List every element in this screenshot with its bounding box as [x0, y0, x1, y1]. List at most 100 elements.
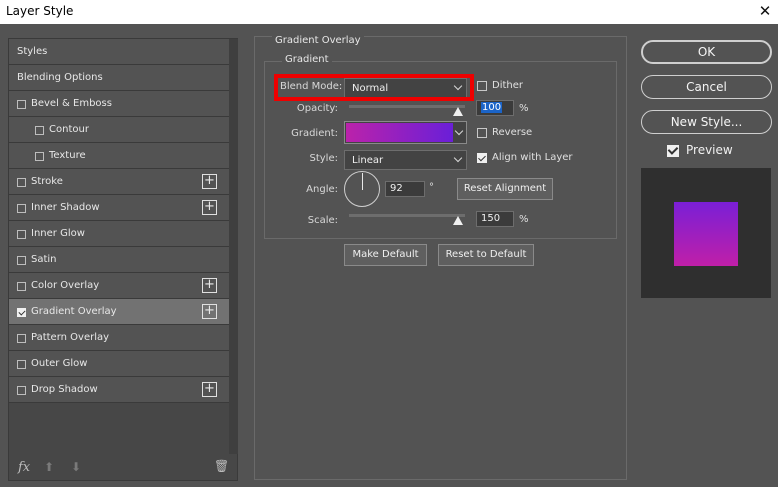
- styles-panel: Styles Blending Options Bevel & Emboss Cont…: [8, 38, 238, 481]
- new-style-button[interactable]: New Style...: [641, 110, 772, 134]
- opacity-slider-handle[interactable]: [453, 107, 463, 116]
- dither-label: Dither: [492, 80, 524, 91]
- dither-checkbox[interactable]: [477, 81, 487, 91]
- sidebar-item-label: Outer Glow: [31, 358, 88, 369]
- sidebar-item-contour[interactable]: Contour: [9, 117, 229, 143]
- sidebar-item-stroke[interactable]: Stroke +: [9, 169, 229, 195]
- window-title: Layer Style: [6, 4, 74, 18]
- sidebar-item-label: Drop Shadow: [31, 384, 98, 395]
- opacity-unit: %: [519, 103, 529, 114]
- sidebar-item-label: Color Overlay: [31, 280, 100, 291]
- sidebar-item-label: Bevel & Emboss: [31, 98, 112, 109]
- sidebar-item-checkbox[interactable]: [35, 126, 44, 135]
- scale-slider-handle[interactable]: [453, 216, 463, 225]
- gradient-overlay-title: Gradient Overlay: [272, 35, 364, 46]
- sidebar-item-inner-shadow[interactable]: Inner Shadow +: [9, 195, 229, 221]
- opacity-slider-track[interactable]: [349, 105, 465, 108]
- add-effect-icon[interactable]: +: [202, 382, 217, 397]
- make-default-button[interactable]: Make Default: [344, 244, 427, 266]
- sidebar-item-checkbox[interactable]: [17, 230, 26, 239]
- angle-dial[interactable]: [344, 171, 380, 207]
- align-with-layer-label: Align with Layer: [492, 152, 573, 163]
- sidebar-item-checkbox[interactable]: [35, 152, 44, 161]
- sidebar-item-satin[interactable]: Satin: [9, 247, 229, 273]
- sidebar-item-checkbox[interactable]: [17, 100, 26, 109]
- trash-icon[interactable]: 🗑: [214, 459, 229, 473]
- sidebar-item-label: Pattern Overlay: [31, 332, 110, 343]
- sidebar-item-checkbox[interactable]: [17, 334, 26, 343]
- sidebar-item-color-overlay[interactable]: Color Overlay +: [9, 273, 229, 299]
- angle-label: Angle:: [306, 184, 338, 195]
- style-value: Linear: [352, 155, 384, 166]
- sidebar-item-label: Contour: [49, 124, 89, 135]
- gradient-subgroup-title: Gradient: [282, 54, 332, 65]
- title-bar: Layer Style ✕: [0, 0, 778, 24]
- sidebar-item-label: Gradient Overlay: [31, 306, 117, 317]
- reset-alignment-button[interactable]: Reset Alignment: [457, 178, 553, 200]
- sidebar-item-gradient-overlay[interactable]: Gradient Overlay +: [9, 299, 229, 325]
- sidebar-item-label: Styles: [17, 46, 48, 57]
- scale-label: Scale:: [307, 215, 338, 226]
- style-label: Style:: [309, 153, 339, 164]
- close-icon[interactable]: ✕: [752, 0, 778, 24]
- sidebar-item-label: Stroke: [31, 176, 63, 187]
- angle-value: 92: [390, 183, 403, 194]
- chevron-down-icon[interactable]: [454, 126, 464, 136]
- styles-list: Styles Blending Options Bevel & Emboss Cont…: [9, 39, 229, 417]
- opacity-input[interactable]: 100: [476, 100, 514, 116]
- sidebar-item-bevel-and-emboss[interactable]: Bevel & Emboss: [9, 91, 229, 117]
- preview-label: Preview: [686, 143, 733, 157]
- sidebar-item-pattern-overlay[interactable]: Pattern Overlay: [9, 325, 229, 351]
- sidebar-item-checkbox[interactable]: [17, 178, 26, 187]
- style-select[interactable]: Linear: [344, 150, 467, 170]
- sidebar-item-texture[interactable]: Texture: [9, 143, 229, 169]
- preview-thumbnail: [641, 168, 771, 298]
- sidebar-item-drop-shadow[interactable]: Drop Shadow +: [9, 377, 229, 403]
- preview-checkbox[interactable]: [667, 145, 679, 157]
- sidebar-item-blending-options[interactable]: Blending Options: [9, 65, 229, 91]
- sidebar-item-label: Blending Options: [17, 72, 103, 83]
- sidebar-item-label: Inner Shadow: [31, 202, 100, 213]
- ok-button[interactable]: OK: [641, 40, 772, 64]
- scale-slider-track[interactable]: [349, 214, 465, 217]
- styles-scrollbar[interactable]: [229, 39, 238, 454]
- sidebar-item-checkbox[interactable]: [17, 204, 26, 213]
- align-with-layer-checkbox[interactable]: [477, 153, 487, 163]
- sidebar-item-label: Texture: [49, 150, 86, 161]
- move-down-icon[interactable]: ⬇: [71, 460, 81, 474]
- add-effect-icon[interactable]: +: [202, 200, 217, 215]
- gradient-picker[interactable]: [344, 121, 467, 144]
- reverse-label: Reverse: [492, 127, 533, 138]
- fx-icon[interactable]: fx: [18, 460, 30, 475]
- sidebar-item-checkbox[interactable]: [17, 386, 26, 395]
- sidebar-item-checkbox[interactable]: [17, 360, 26, 369]
- add-effect-icon[interactable]: +: [202, 174, 217, 189]
- scale-input[interactable]: 150: [476, 211, 514, 227]
- gradient-label: Gradient:: [291, 128, 338, 139]
- chevron-down-icon: [453, 153, 463, 163]
- gradient-preview[interactable]: [346, 123, 453, 142]
- add-effect-icon[interactable]: +: [202, 278, 217, 293]
- sidebar-item-inner-glow[interactable]: Inner Glow: [9, 221, 229, 247]
- angle-input[interactable]: 92: [385, 181, 425, 197]
- blend-mode-highlight: [274, 74, 474, 101]
- reverse-checkbox[interactable]: [477, 128, 487, 138]
- angle-needle: [362, 173, 363, 190]
- sidebar-item-checkbox[interactable]: [17, 282, 26, 291]
- add-effect-icon[interactable]: +: [202, 304, 217, 319]
- sidebar-item-label: Inner Glow: [31, 228, 85, 239]
- scale-unit: %: [519, 214, 529, 225]
- sidebar-item-styles[interactable]: Styles: [9, 39, 229, 65]
- sidebar-item-checkbox[interactable]: [17, 256, 26, 265]
- angle-unit: °: [429, 182, 434, 193]
- opacity-value: 100: [481, 102, 503, 113]
- sidebar-item-label: Satin: [31, 254, 57, 265]
- sidebar-item-outer-glow[interactable]: Outer Glow: [9, 351, 229, 377]
- cancel-button[interactable]: Cancel: [641, 75, 772, 99]
- sidebar-item-checkbox[interactable]: [17, 308, 26, 317]
- preview-swatch: [674, 202, 738, 266]
- scale-value: 150: [481, 213, 501, 224]
- move-up-icon[interactable]: ⬆: [44, 460, 54, 474]
- opacity-label: Opacity:: [296, 103, 338, 114]
- reset-to-default-button[interactable]: Reset to Default: [438, 244, 534, 266]
